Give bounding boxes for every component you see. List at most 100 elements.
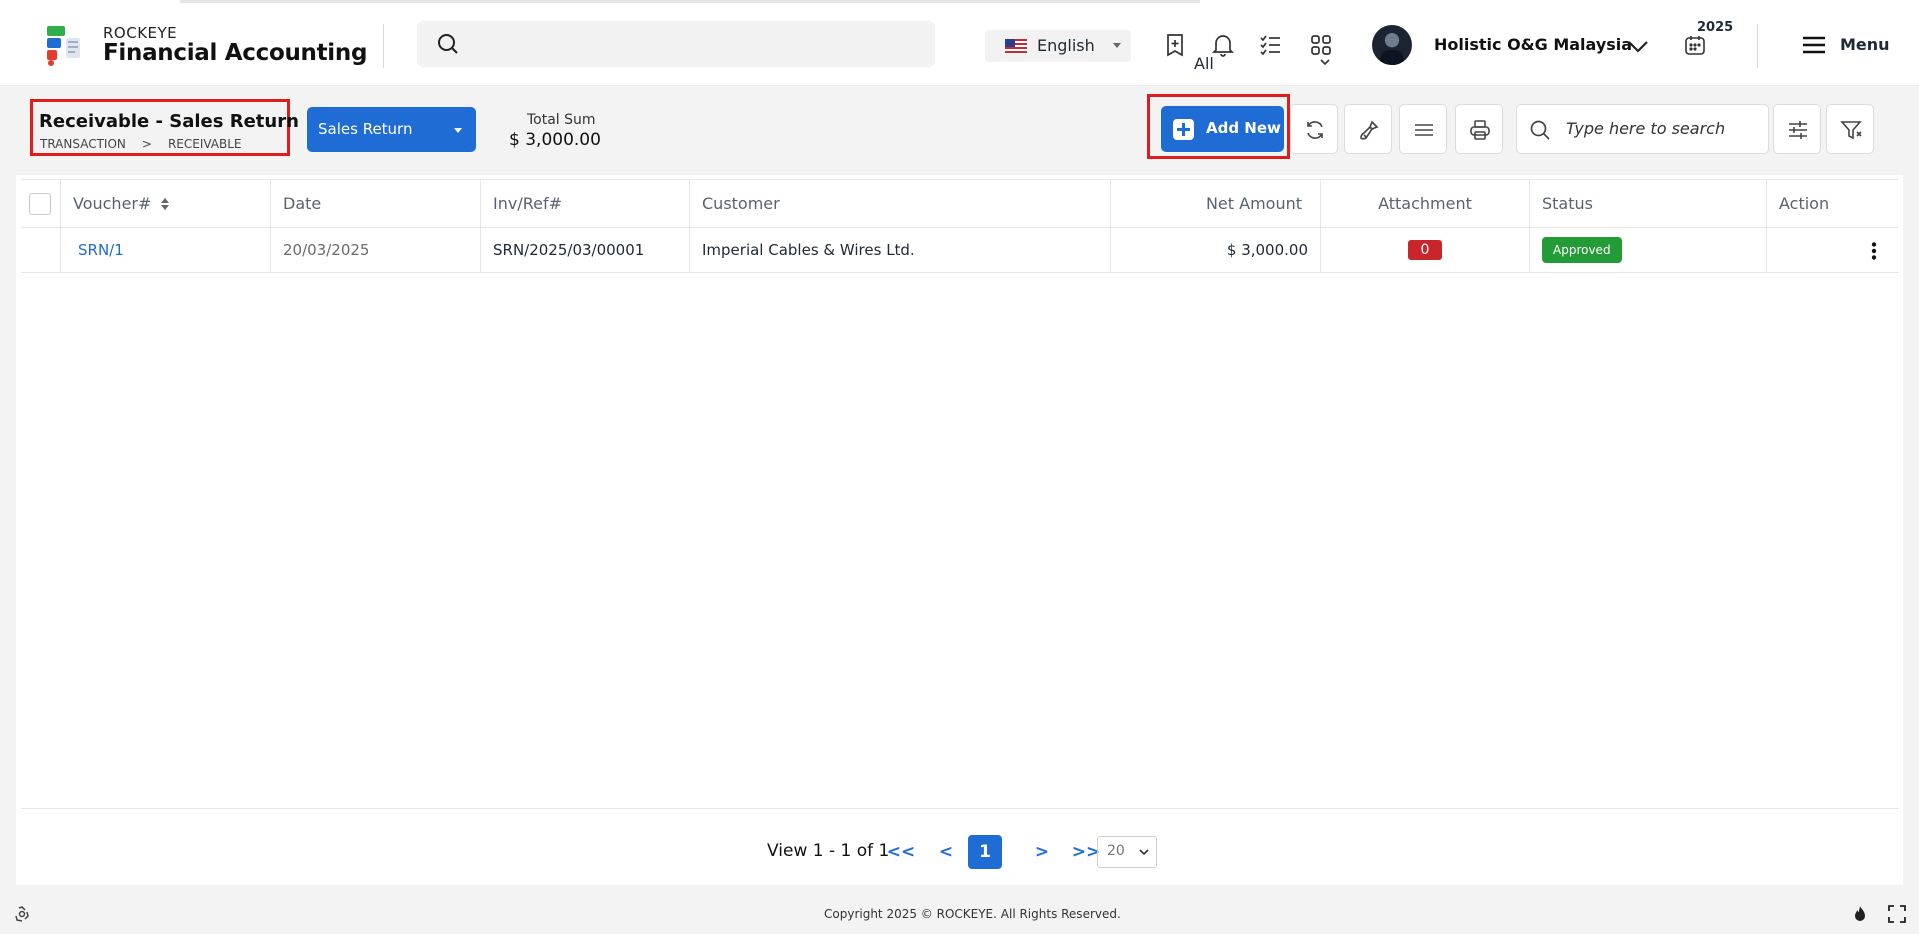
top-scroll-indicator	[180, 0, 1200, 3]
recycle-icon[interactable]	[13, 905, 31, 923]
add-new-button[interactable]: Add New	[1161, 106, 1284, 152]
avatar[interactable]	[1372, 25, 1412, 65]
bookmark-add-icon[interactable]	[1162, 32, 1188, 58]
row-select-cell	[21, 228, 61, 272]
search-icon	[1530, 120, 1550, 140]
fullscreen-icon[interactable]	[1888, 905, 1906, 923]
fire-icon[interactable]	[1851, 905, 1869, 923]
columns-button[interactable]	[1399, 104, 1447, 154]
hamburger-menu-icon[interactable]	[1801, 34, 1827, 56]
column-header-voucher[interactable]: Voucher#	[61, 180, 271, 227]
column-header-label: Voucher#	[73, 194, 152, 213]
grid-panel: Voucher# Date Inv/Ref# Customer Net Amou…	[16, 175, 1903, 885]
page-size-select[interactable]: 20	[1097, 836, 1157, 868]
column-header-status[interactable]: Status	[1530, 180, 1767, 227]
column-header-label: Inv/Ref#	[493, 194, 562, 213]
print-icon	[1470, 120, 1490, 140]
sales-return-table: Voucher# Date Inv/Ref# Customer Net Amou…	[21, 179, 1899, 273]
settings-sliders-icon	[1789, 121, 1807, 139]
attachment-cell: 0	[1321, 228, 1530, 272]
breadcrumb: TRANSACTION > RECEIVABLE	[40, 137, 258, 151]
more-vertical-icon[interactable]	[1871, 242, 1877, 260]
refresh-icon	[1307, 121, 1323, 139]
column-header-attachment[interactable]: Attachment	[1321, 180, 1530, 227]
action-cell	[1767, 228, 1899, 272]
copyright-text: Copyright 2025 © ROCKEYE. All Rights Res…	[824, 907, 1121, 921]
pager-page-1[interactable]: 1	[968, 835, 1002, 869]
grid-search-input[interactable]	[1566, 119, 1756, 138]
transaction-type-dropdown[interactable]: Sales Return	[307, 107, 476, 152]
table-row[interactable]: SRN/1 20/03/2025 SRN/2025/03/00001 Imper…	[21, 228, 1899, 273]
app-title: Financial Accounting	[103, 40, 368, 66]
filter-icon	[1840, 121, 1862, 140]
column-header-net-amount[interactable]: Net Amount	[1111, 180, 1321, 227]
column-header-label: Status	[1542, 194, 1593, 213]
checklist-icon[interactable]	[1258, 32, 1284, 58]
bell-icon[interactable]	[1210, 32, 1236, 58]
status-badge: Approved	[1542, 237, 1622, 263]
breadcrumb-item-receivable[interactable]: RECEIVABLE	[168, 137, 242, 151]
voucher-link[interactable]: SRN/1	[78, 241, 124, 259]
pager-first-button[interactable]: <<	[886, 835, 916, 869]
pager-divider	[21, 808, 1899, 809]
net-amount-cell: $ 3,000.00	[1111, 228, 1321, 272]
breadcrumb-item-transaction[interactable]: TRANSACTION	[40, 137, 126, 151]
chevron-down-icon	[1139, 849, 1149, 856]
caret-down-icon	[1113, 43, 1121, 48]
language-select[interactable]: English	[985, 30, 1131, 62]
search-icon	[438, 34, 458, 54]
column-header-label: Net Amount	[1205, 194, 1302, 213]
clear-brush-icon	[1360, 120, 1379, 140]
columns-icon	[1415, 124, 1433, 136]
total-sum-label: Total Sum	[527, 112, 596, 128]
date-cell: 20/03/2025	[271, 228, 481, 272]
filter-button[interactable]	[1826, 104, 1874, 154]
rockeye-logo-icon	[47, 26, 80, 66]
column-header-label: Customer	[702, 194, 780, 213]
pager-prev-button[interactable]: <	[934, 835, 958, 869]
ref-cell: SRN/2025/03/00001	[481, 228, 690, 272]
status-cell: Approved	[1530, 228, 1767, 272]
top-header: ROCKEYE Financial Accounting All English…	[0, 0, 1919, 86]
menu-button[interactable]: Menu	[1840, 35, 1890, 54]
page-title: Receivable - Sales Return	[39, 111, 299, 132]
customer-cell: Imperial Cables & Wires Ltd.	[690, 228, 1111, 272]
settings-button[interactable]	[1773, 104, 1821, 154]
refresh-button[interactable]	[1290, 104, 1338, 154]
column-header-label: Action	[1779, 194, 1830, 213]
pager-next-button[interactable]: >	[1030, 835, 1054, 869]
caret-down-icon	[454, 128, 462, 133]
voucher-cell: SRN/1	[61, 228, 271, 272]
column-header-customer[interactable]: Customer	[690, 180, 1111, 227]
column-header-action: Action	[1767, 180, 1899, 227]
column-header-date[interactable]: Date	[271, 180, 481, 227]
table-header-row: Voucher# Date Inv/Ref# Customer Net Amou…	[21, 180, 1899, 228]
footer: Copyright 2025 © ROCKEYE. All Rights Res…	[0, 895, 1919, 934]
page-size-value: 20	[1107, 843, 1125, 859]
chevron-down-icon[interactable]	[1626, 36, 1650, 56]
column-header-label: Date	[283, 194, 322, 213]
clear-button[interactable]	[1344, 104, 1392, 154]
apps-grid-icon[interactable]	[1308, 32, 1334, 58]
language-label: English	[1037, 36, 1095, 55]
us-flag-icon	[1005, 39, 1027, 54]
breadcrumb-separator: >	[141, 137, 152, 151]
column-header-ref[interactable]: Inv/Ref#	[481, 180, 690, 227]
plus-icon	[1173, 119, 1194, 140]
grid-search-field[interactable]	[1516, 104, 1769, 154]
calendar-icon[interactable]	[1683, 33, 1707, 57]
attachment-count-badge[interactable]: 0	[1407, 240, 1443, 260]
total-sum-value: $ 3,000.00	[509, 130, 601, 150]
page-title-block: Receivable - Sales Return TRANSACTION > RE…	[30, 99, 299, 156]
sort-icon[interactable]	[160, 197, 170, 211]
select-all-cell	[21, 180, 61, 227]
transaction-type-label: Sales Return	[318, 120, 413, 138]
header-divider	[383, 24, 384, 68]
add-new-label: Add New	[1206, 119, 1281, 137]
select-all-checkbox[interactable]	[29, 192, 51, 215]
pager-view-label: View 1 - 1 of 1	[767, 841, 890, 861]
header-divider	[1757, 24, 1758, 68]
global-search-input[interactable]: All	[417, 21, 1343, 80]
company-name[interactable]: Holistic O&G Malaysia	[1434, 35, 1632, 54]
print-button[interactable]	[1455, 104, 1503, 154]
